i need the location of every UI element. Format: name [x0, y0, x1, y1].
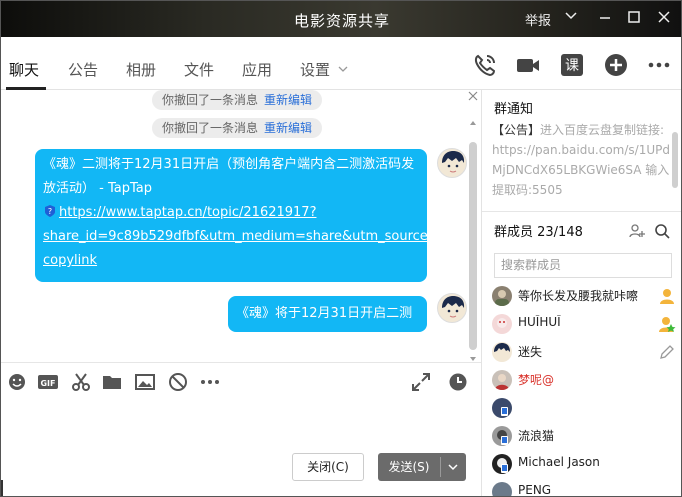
message-input[interactable] — [1, 400, 481, 496]
member-item[interactable]: PENG — [492, 480, 681, 497]
notice-scrollbar-thumb[interactable] — [672, 132, 678, 188]
svg-text:?: ? — [48, 207, 52, 216]
video-call-icon[interactable] — [515, 52, 541, 78]
add-icon[interactable] — [603, 52, 629, 78]
member-item[interactable] — [492, 396, 681, 420]
avatar — [492, 314, 512, 334]
composer-toolbar: GIF — [1, 362, 481, 400]
member-name: Michael Jason — [518, 455, 600, 469]
re-edit-link[interactable]: 重新编辑 — [264, 121, 312, 135]
svg-text:GIF: GIF — [40, 379, 55, 388]
close-button[interactable]: 关闭(C) — [292, 453, 364, 481]
no-disturb-icon[interactable] — [168, 372, 188, 392]
qq-group-chat-window: 电影资源共享 举报 聊天 公告 相册 文件 应用 设置 课 你撤回了一条消息 重… — [0, 0, 682, 497]
chat-message-area[interactable]: 你撤回了一条消息 重新编辑 你撤回了一条消息 重新编辑 《魂》二测将于12月31日开… — [1, 90, 481, 362]
expand-icon[interactable] — [411, 372, 431, 392]
member-item[interactable]: Michael Jason — [492, 452, 681, 476]
group-owner-icon — [658, 287, 676, 305]
topic-link[interactable]: https://www.taptap.cn/topic/21621917? — [59, 205, 316, 220]
close-window-button[interactable] — [657, 10, 671, 28]
topic-link-continued[interactable]: copylink — [43, 253, 97, 268]
emoji-icon[interactable] — [7, 372, 27, 392]
group-sidebar: 群通知 【公告】进入百度云盘复制链接: https://pan.baidu.co… — [481, 90, 681, 497]
history-clock-icon[interactable] — [448, 372, 468, 392]
minimize-button[interactable] — [598, 10, 612, 28]
tab-apps[interactable]: 应用 — [242, 59, 272, 80]
help-icon: ? — [43, 203, 57, 217]
search-icon[interactable] — [654, 223, 670, 243]
group-notice-title: 群通知 — [494, 102, 534, 117]
close-icon[interactable] — [468, 90, 478, 105]
send-button-divider — [440, 457, 441, 477]
image-icon[interactable] — [135, 372, 155, 392]
member-item[interactable]: 梦呢@ — [492, 368, 681, 392]
members-title: 群成员 23/148 — [494, 225, 583, 240]
tab-notice[interactable]: 公告 — [68, 59, 98, 80]
report-button[interactable]: 举报 — [525, 10, 551, 29]
avatar — [492, 286, 512, 306]
more-tools-icon[interactable] — [200, 372, 220, 392]
maximize-button[interactable] — [627, 10, 641, 28]
scrollbar-thumb[interactable] — [469, 142, 477, 350]
gif-icon[interactable]: GIF — [38, 372, 58, 392]
avatar[interactable] — [437, 293, 467, 323]
member-name: PENG — [518, 483, 552, 497]
topic-link-continued[interactable]: share_id=9c89b529dfbf&utm_medium=share&u… — [43, 229, 439, 244]
title-bar[interactable]: 电影资源共享 举报 — [1, 1, 681, 37]
avatar — [492, 370, 512, 390]
tab-chat[interactable]: 聊天 — [9, 59, 39, 80]
message-bubble[interactable]: 《魂》将于12月31日开启二测 — [228, 296, 427, 332]
recalled-message-notice: 你撤回了一条消息 重新编辑 — [152, 90, 323, 110]
tab-bar: 聊天 公告 相册 文件 应用 设置 课 — [1, 37, 681, 90]
tab-album[interactable]: 相册 — [126, 59, 156, 80]
send-button-label: 发送(S) — [388, 460, 430, 474]
message-bubble[interactable]: 《魂》二测将于12月31日开启（预创角客户端内含二测激活码发 放活动） - Ta… — [35, 149, 439, 282]
message-text-line: 放活动） - TapTap — [43, 181, 152, 196]
group-notice-text[interactable]: 【公告】进入百度云盘复制链接: https://pan.baidu.com/s/… — [492, 120, 672, 200]
window-title: 电影资源共享 — [293, 12, 390, 30]
chevron-down-icon[interactable] — [564, 9, 578, 27]
scroll-up-arrow-icon[interactable] — [469, 116, 477, 131]
re-edit-link[interactable]: 重新编辑 — [264, 93, 312, 107]
svg-text:课: 课 — [565, 58, 579, 74]
avatar — [492, 398, 512, 418]
course-icon[interactable]: 课 — [559, 52, 585, 78]
add-member-icon[interactable] — [629, 223, 645, 243]
folder-icon[interactable] — [102, 372, 122, 392]
avatar[interactable] — [437, 148, 467, 178]
notice-tag: 【公告】 — [492, 123, 541, 137]
recalled-message-notice: 你撤回了一条消息 重新编辑 — [152, 118, 323, 138]
edit-icon[interactable] — [658, 343, 676, 361]
recalled-message-text: 你撤回了一条消息 — [162, 93, 259, 107]
tab-settings[interactable]: 设置 — [300, 59, 330, 80]
window-edge — [1, 480, 3, 496]
member-name: 流浪猫 — [518, 429, 555, 443]
recalled-message-text: 你撤回了一条消息 — [162, 121, 259, 135]
member-name: 迷失 — [518, 345, 543, 359]
chat-scrollbar[interactable] — [468, 90, 478, 362]
send-button[interactable]: 发送(S) — [378, 453, 466, 481]
scissors-icon[interactable] — [71, 372, 91, 392]
avatar — [492, 342, 512, 362]
member-name: 梦呢@ — [518, 373, 555, 387]
send-options-chevron-icon[interactable] — [446, 453, 460, 491]
group-admin-icon — [658, 315, 676, 333]
member-name: 等你长发及腰我就咔嚓 — [518, 289, 639, 303]
member-item[interactable]: HUĪHUĪ — [492, 312, 681, 336]
member-item[interactable]: 流浪猫 — [492, 424, 681, 448]
more-icon[interactable] — [646, 52, 672, 78]
member-item[interactable]: 等你长发及腰我就咔嚓 — [492, 284, 681, 308]
member-name: HUĪHUĪ — [518, 315, 561, 329]
avatar — [492, 454, 512, 474]
avatar — [492, 426, 512, 446]
avatar — [492, 482, 512, 496]
member-item[interactable]: 迷失 — [492, 340, 681, 364]
voice-call-icon[interactable] — [472, 52, 498, 78]
message-text-line: 《魂》将于12月31日开启二测 — [236, 306, 413, 321]
divider — [482, 211, 681, 212]
settings-chevron-icon[interactable] — [337, 61, 349, 79]
tab-files[interactable]: 文件 — [184, 59, 214, 80]
member-search-input[interactable]: 搜索群成员 — [494, 253, 672, 278]
message-text-line: 《魂》二测将于12月31日开启（预创角客户端内含二测激活码发 — [43, 157, 415, 172]
